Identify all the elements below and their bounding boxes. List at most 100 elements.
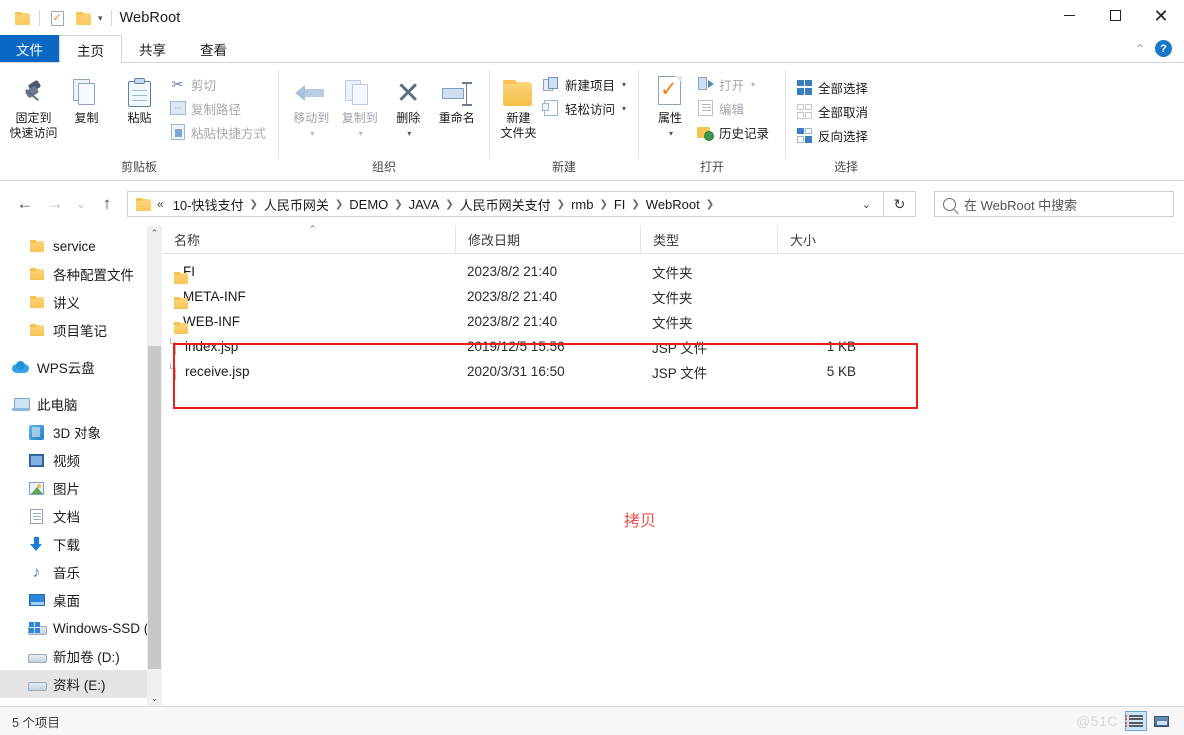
select-none-button[interactable]: 全部取消	[794, 100, 872, 122]
navigation-pane[interactable]: service 各种配置文件 讲义 项目笔记 WPS云盘 此电脑 3D 对象 视…	[0, 226, 162, 706]
table-row[interactable]: META-INF 2023/8/2 21:40 文件夹	[162, 284, 1184, 309]
chevron-down-icon[interactable]: ▾	[96, 13, 109, 24]
breadcrumb-separator[interactable]: ❯	[556, 199, 566, 210]
minimize-button[interactable]	[1046, 0, 1092, 31]
paste-shortcut-button[interactable]: 粘贴快捷方式	[167, 121, 270, 143]
tab-home[interactable]: 主页	[59, 35, 122, 63]
chevron-down-icon[interactable]: ▾	[622, 80, 626, 89]
scrollbar-thumb[interactable]	[148, 346, 161, 669]
sidebar-scrollbar[interactable]: ⌃ ⌄	[147, 226, 162, 706]
sidebar-item-config-files[interactable]: 各种配置文件	[0, 260, 162, 288]
refresh-button[interactable]: ↻	[884, 191, 916, 217]
recent-locations-button[interactable]: ⌄	[70, 189, 92, 219]
breadcrumb[interactable]: « 10-快钱支付 ❯ 人民币网关 ❯ DEMO ❯ JAVA ❯ 人民币网关支…	[127, 191, 884, 217]
open-button[interactable]: 打开 ▾	[695, 73, 773, 95]
breadcrumb-separator[interactable]: ❯	[444, 199, 454, 210]
chevron-up-icon[interactable]: ⌃	[1135, 42, 1145, 56]
properties-button[interactable]: ✓ 属性 ▾	[647, 70, 693, 138]
pin-to-quick-access-button[interactable]: 固定到 快速访问	[8, 70, 59, 141]
breadcrumb-item-5[interactable]: rmb	[566, 193, 598, 215]
chevron-down-icon[interactable]: ▾	[669, 129, 673, 138]
breadcrumb-item-0[interactable]: 10-快钱支付	[168, 193, 249, 215]
easy-access-button[interactable]: 轻松访问 ▾	[541, 97, 630, 119]
back-button[interactable]: ←	[10, 189, 40, 219]
paste-button[interactable]: 粘贴	[114, 70, 165, 126]
large-icons-view-button[interactable]	[1150, 711, 1172, 731]
rename-button[interactable]: 重命名	[433, 70, 482, 126]
delete-button[interactable]: ✕ 删除 ▾	[384, 70, 433, 139]
breadcrumb-separator[interactable]: ❯	[334, 199, 344, 210]
sidebar-item-wps-cloud[interactable]: WPS云盘	[0, 353, 162, 381]
details-view-button[interactable]	[1125, 711, 1147, 731]
column-header-name[interactable]: 名称 ⌃	[162, 224, 455, 254]
breadcrumb-separator[interactable]: ❯	[598, 199, 608, 210]
new-folder-button[interactable]: 新建 文件夹	[498, 70, 539, 141]
copy-to-button[interactable]: 复制到 ▾	[336, 70, 385, 138]
breadcrumb-item-2[interactable]: DEMO	[344, 193, 393, 215]
chevron-down-icon[interactable]: ▾	[751, 80, 755, 89]
sidebar-item-music[interactable]: ♪ 音乐	[0, 558, 162, 586]
file-list[interactable]: 名称 ⌃ 修改日期 类型 大小 FI 2023/8/2 21:40 文件夹 ME…	[162, 224, 1184, 706]
sidebar-item-windows-ssd[interactable]: Windows-SSD (	[0, 614, 162, 642]
breadcrumb-item-1[interactable]: 人民币网关	[259, 193, 334, 215]
history-button[interactable]: 历史记录	[695, 121, 773, 143]
up-button[interactable]: ↑	[92, 189, 122, 219]
breadcrumb-item-3[interactable]: JAVA	[404, 193, 445, 215]
sidebar-item-3d-objects[interactable]: 3D 对象	[0, 418, 162, 446]
breadcrumb-overflow[interactable]: «	[151, 193, 168, 215]
search-input[interactable]: 在 WebRoot 中搜索	[934, 191, 1174, 217]
sidebar-item-videos[interactable]: 视频	[0, 446, 162, 474]
edit-button[interactable]: 编辑	[695, 97, 773, 119]
breadcrumb-item-6[interactable]: FI	[609, 193, 631, 215]
table-row[interactable]: WEB-INF 2023/8/2 21:40 文件夹	[162, 309, 1184, 334]
tab-file[interactable]: 文件	[0, 35, 59, 62]
sidebar-item-lecture-notes[interactable]: 讲义	[0, 288, 162, 316]
breadcrumb-separator[interactable]: ❯	[630, 199, 640, 210]
column-header-type[interactable]: 类型	[640, 225, 777, 254]
sidebar-item-pictures[interactable]: 图片	[0, 474, 162, 502]
breadcrumb-item-4[interactable]: 人民币网关支付	[455, 193, 556, 215]
tab-share[interactable]: 共享	[122, 35, 183, 62]
copy-button[interactable]: 复制	[61, 70, 112, 126]
chevron-up-icon[interactable]: ⌃	[147, 226, 162, 241]
chevron-down-icon[interactable]: ▾	[310, 129, 314, 138]
column-header-size[interactable]: 大小	[777, 225, 874, 254]
sidebar-item-desktop[interactable]: 桌面	[0, 586, 162, 614]
new-item-button[interactable]: 新建项目 ▾	[541, 73, 630, 95]
properties-icon[interactable]: ✓	[44, 5, 70, 31]
breadcrumb-separator[interactable]: ❯	[248, 199, 258, 210]
folder-icon[interactable]	[9, 5, 35, 31]
breadcrumb-item-7[interactable]: WebRoot	[641, 193, 705, 215]
tab-view[interactable]: 查看	[183, 35, 244, 62]
breadcrumb-separator[interactable]: ❯	[705, 199, 715, 210]
table-row[interactable]: index.jsp 2019/12/5 15:56 JSP 文件 1 KB	[162, 334, 1184, 359]
sidebar-item-this-pc[interactable]: 此电脑	[0, 390, 162, 418]
close-button[interactable]: ✕	[1138, 0, 1184, 31]
chevron-down-icon[interactable]: ▾	[407, 129, 411, 138]
maximize-button[interactable]	[1092, 0, 1138, 31]
chevron-down-icon[interactable]: ▾	[359, 129, 363, 138]
table-row[interactable]: receive.jsp 2020/3/31 16:50 JSP 文件 5 KB	[162, 359, 1184, 384]
chevron-down-icon[interactable]: ⌄	[147, 691, 162, 706]
chevron-down-icon[interactable]: ⌄	[852, 198, 881, 211]
copy-path-button[interactable]: ⋯ 复制路径	[167, 97, 270, 119]
forward-button[interactable]: →	[40, 189, 70, 219]
new-folder-icon[interactable]	[70, 5, 96, 31]
column-header-date[interactable]: 修改日期	[455, 225, 640, 254]
sidebar-item-documents[interactable]: 文档	[0, 502, 162, 530]
chevron-down-icon[interactable]: ▾	[622, 104, 626, 113]
invert-selection-button[interactable]: 反向选择	[794, 124, 872, 146]
sidebar-item-label: 新加卷 (D:)	[53, 650, 120, 665]
sidebar-item-downloads[interactable]: 下载	[0, 530, 162, 558]
sidebar-item-service[interactable]: service	[0, 232, 162, 260]
group-caption: 新建	[551, 160, 576, 174]
move-to-button[interactable]: 移动到 ▾	[287, 70, 336, 138]
sidebar-item-project-notes[interactable]: 项目笔记	[0, 316, 162, 344]
table-row[interactable]: FI 2023/8/2 21:40 文件夹	[162, 259, 1184, 284]
cut-button[interactable]: ✂ 剪切	[167, 73, 270, 95]
select-all-button[interactable]: 全部选择	[794, 76, 872, 98]
help-icon[interactable]: ?	[1155, 40, 1172, 57]
breadcrumb-separator[interactable]: ❯	[393, 199, 403, 210]
sidebar-item-data-e[interactable]: 资料 (E:)	[0, 670, 162, 698]
sidebar-item-new-volume-d[interactable]: 新加卷 (D:)	[0, 642, 162, 670]
